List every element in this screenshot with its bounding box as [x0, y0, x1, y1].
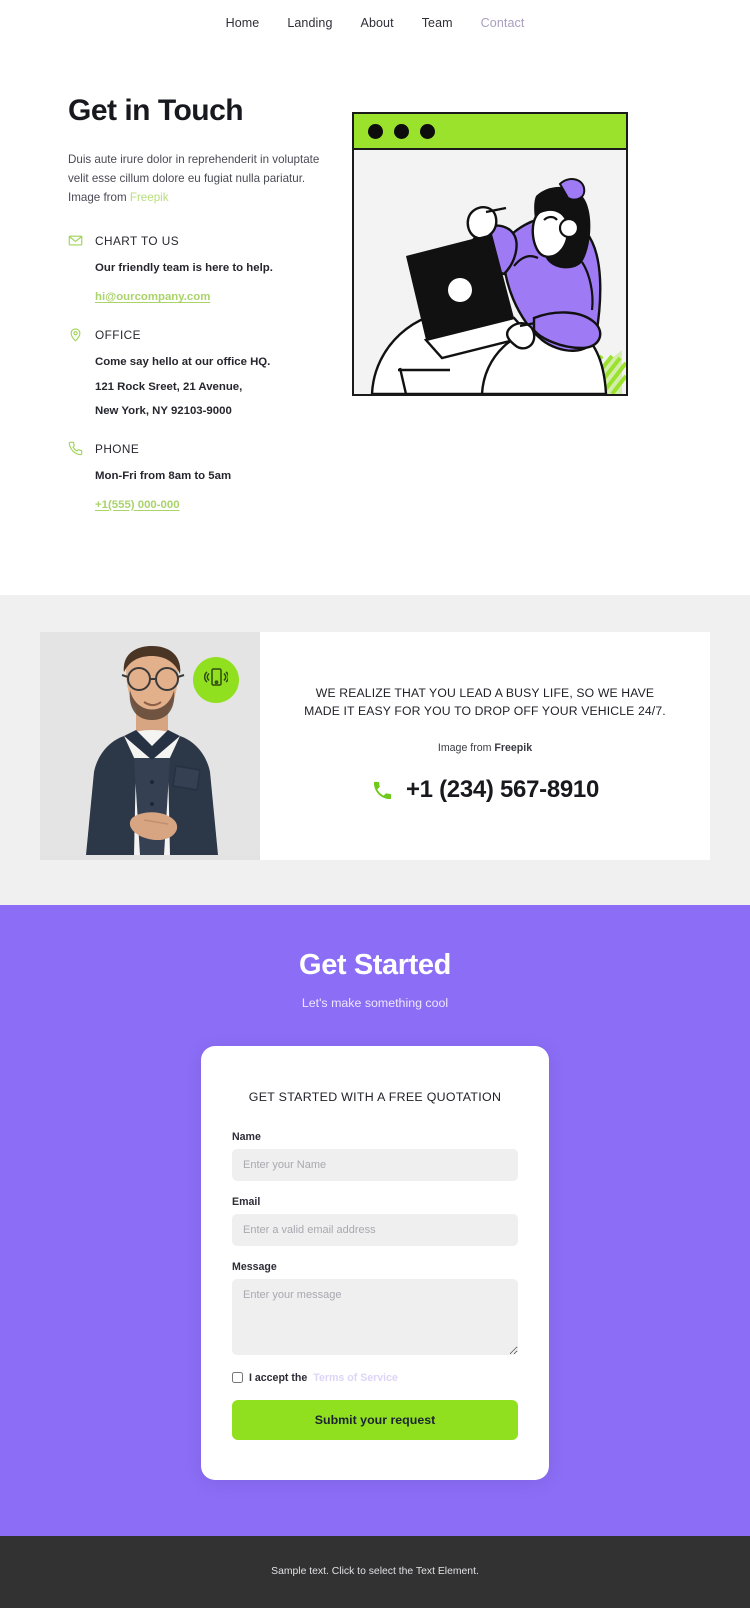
nav-item-landing[interactable]: Landing — [287, 16, 332, 30]
freepik-credit-link[interactable]: Freepik — [130, 191, 169, 204]
office-line-1: Come say hello at our office HQ. — [95, 356, 271, 369]
terms-checkbox[interactable] — [232, 1372, 243, 1384]
nav-item-contact[interactable]: Contact — [481, 16, 525, 30]
get-started-title: Get Started — [299, 948, 451, 981]
contact-block-email-body: Our friendly team is here to help. hi@ou… — [68, 262, 340, 305]
contact-block-email-header: CHART TO US — [68, 233, 340, 248]
contact-block-phone-body: Mon-Fri from 8am to 5am +1(555) 000-000 — [68, 470, 340, 513]
page-footer: Sample text. Click to select the Text El… — [0, 1535, 750, 1608]
window-dot-icon — [420, 123, 435, 139]
page-root: Home Landing About Team Contact Get in T… — [0, 0, 750, 1608]
nav-item-home[interactable]: Home — [226, 16, 260, 30]
email-link[interactable]: hi@ourcompany.com — [95, 291, 210, 303]
office-line-3: New York, NY 92103-9000 — [95, 405, 232, 418]
contact-block-office-title: OFFICE — [95, 327, 141, 342]
footer-text[interactable]: Sample text. Click to select the Text El… — [271, 1566, 479, 1577]
envelope-icon — [68, 233, 83, 248]
hero-section: Get in Touch Duis aute irure dolor in re… — [0, 46, 750, 595]
illustration-frame — [352, 112, 628, 396]
man-with-glasses-photo — [40, 631, 260, 860]
contact-block-phone: PHONE Mon-Fri from 8am to 5am +1(555) 00… — [68, 441, 340, 513]
quotation-form-card: GET STARTED WITH A FREE QUOTATION Name E… — [201, 1045, 549, 1480]
highlight-headline: WE REALIZE THAT YOU LEAD A BUSY LIFE, SO… — [304, 685, 666, 719]
form-title: GET STARTED WITH A FREE QUOTATION — [248, 1089, 502, 1104]
phone-hours: Mon-Fri from 8am to 5am — [95, 470, 232, 483]
highlight-phone[interactable]: +1 (234) 567-8910 — [304, 776, 666, 804]
phone-icon — [68, 441, 83, 456]
highlight-section: WE REALIZE THAT YOU LEAD A BUSY LIFE, SO… — [0, 594, 750, 905]
location-pin-icon — [68, 327, 83, 342]
vibrating-mobile-badge — [193, 656, 239, 703]
illustration-titlebar — [354, 114, 626, 150]
name-input[interactable] — [232, 1148, 518, 1181]
contact-block-office-body: Come say hello at our office HQ. 121 Roc… — [68, 356, 340, 419]
nav-item-about[interactable]: About — [361, 16, 394, 30]
message-label: Message — [232, 1260, 277, 1273]
highlight-phone-number: +1 (234) 567-8910 — [405, 776, 600, 804]
hero-right-column — [340, 94, 750, 396]
illustration-canvas — [354, 150, 626, 394]
window-dot-icon — [394, 123, 409, 139]
window-dot-icon — [368, 123, 383, 139]
contact-block-email-line: Our friendly team is here to help. — [95, 262, 273, 275]
email-input[interactable] — [232, 1213, 518, 1246]
main-navigation: Home Landing About Team Contact — [0, 0, 750, 46]
highlight-credit-source: Freepik — [494, 742, 533, 755]
contact-block-email: CHART TO US Our friendly team is here to… — [68, 233, 340, 305]
terms-row: I accept the Terms of Service — [232, 1372, 518, 1384]
page-title: Get in Touch — [68, 94, 244, 127]
contact-block-email-title: CHART TO US — [95, 233, 180, 248]
hero-left-column: Get in Touch Duis aute irure dolor in re… — [0, 94, 340, 535]
get-started-section: Get Started Let's make something cool GE… — [0, 904, 750, 1536]
phone-handset-icon — [371, 779, 394, 802]
terms-text: I accept the — [249, 1371, 308, 1384]
vibrating-mobile-icon — [203, 665, 230, 694]
hero-description: Duis aute irure dolor in reprehenderit i… — [68, 150, 340, 207]
contact-block-phone-title: PHONE — [95, 441, 140, 456]
message-input[interactable] — [232, 1278, 518, 1355]
office-line-2: 121 Rock Sreet, 21 Avenue, — [95, 380, 243, 393]
get-started-subtitle: Let's make something cool — [301, 995, 449, 1010]
highlight-text-column: WE REALIZE THAT YOU LEAD A BUSY LIFE, SO… — [260, 632, 710, 860]
contact-block-office-header: OFFICE — [68, 327, 340, 342]
name-label: Name — [232, 1130, 261, 1143]
terms-of-service-link[interactable]: Terms of Service — [313, 1372, 398, 1384]
person-with-laptop-illustration — [354, 150, 626, 394]
contact-block-phone-header: PHONE — [68, 441, 340, 456]
nav-item-team[interactable]: Team — [422, 16, 453, 30]
phone-link[interactable]: +1(555) 000-000 — [95, 499, 180, 511]
highlight-credit-prefix: Image from — [437, 742, 495, 755]
contact-block-office: OFFICE Come say hello at our office HQ. … — [68, 327, 340, 419]
email-label: Email — [232, 1195, 261, 1208]
submit-request-button[interactable]: Submit your request — [232, 1399, 518, 1440]
highlight-credit: Image from Freepik — [304, 742, 666, 754]
highlight-card: WE REALIZE THAT YOU LEAD A BUSY LIFE, SO… — [40, 631, 710, 860]
hero-description-text: Duis aute irure dolor in reprehenderit i… — [68, 153, 320, 205]
